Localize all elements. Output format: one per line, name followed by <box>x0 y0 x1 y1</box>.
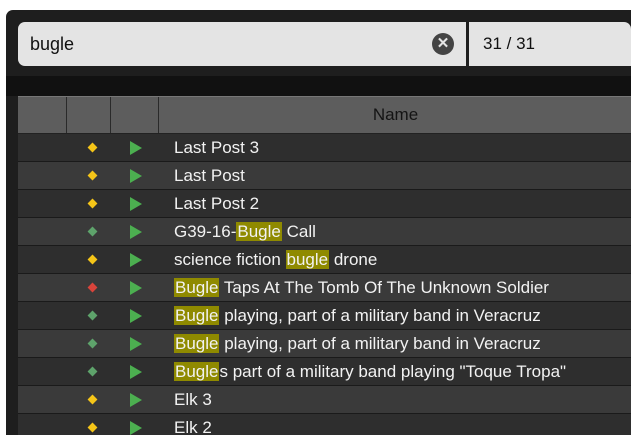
yellow-status-diamond-icon <box>87 198 98 209</box>
play-icon[interactable] <box>130 253 142 267</box>
green-status-diamond-icon <box>87 310 98 321</box>
yellow-status-diamond-icon <box>87 142 98 153</box>
header-col-1[interactable] <box>18 97 67 133</box>
table-row[interactable]: Last Post 2 <box>18 190 631 218</box>
play-icon[interactable] <box>130 337 142 351</box>
search-bar: ✕ <box>18 22 466 66</box>
browser-window: ✕ 31 / 31 Name Last Post 3Last PostLast … <box>6 10 631 435</box>
row-name: Elk 3 <box>174 390 212 409</box>
play-icon[interactable] <box>130 281 142 295</box>
row-name: Last Post <box>174 166 245 185</box>
green-status-diamond-icon <box>87 338 98 349</box>
play-icon[interactable] <box>130 225 142 239</box>
table-row[interactable]: Bugles part of a military band playing "… <box>18 358 631 386</box>
play-icon[interactable] <box>130 141 142 155</box>
clear-search-icon[interactable]: ✕ <box>432 33 454 55</box>
play-icon[interactable] <box>130 365 142 379</box>
match-highlight: Bugle <box>174 362 220 381</box>
match-highlight: Bugle <box>174 306 220 325</box>
row-name: Bugle playing, part of a military band i… <box>174 334 541 353</box>
result-count: 31 / 31 <box>483 34 535 53</box>
yellow-status-diamond-icon <box>87 170 98 181</box>
header-col-play[interactable] <box>110 97 159 133</box>
row-name: Bugles part of a military band playing "… <box>174 362 567 381</box>
table-row[interactable]: Elk 2 <box>18 414 631 435</box>
row-name: Last Post 2 <box>174 194 260 213</box>
play-icon[interactable] <box>130 393 142 407</box>
row-name: science fiction bugle drone <box>174 250 378 269</box>
row-name: Elk 2 <box>174 418 212 435</box>
row-name: Last Post 3 <box>174 138 260 157</box>
table-row[interactable]: Bugle Taps At The Tomb Of The Unknown So… <box>18 274 631 302</box>
match-highlight: bugle <box>285 250 330 269</box>
play-icon[interactable] <box>130 197 142 211</box>
play-icon[interactable] <box>130 421 142 435</box>
table-row[interactable]: Elk 3 <box>18 386 631 414</box>
play-icon[interactable] <box>130 169 142 183</box>
table-body: Last Post 3 Last Post Last Post 2 G39-16-Bu… <box>18 134 631 435</box>
toolbar-gap <box>6 76 631 96</box>
match-highlight: Bugle <box>174 334 220 353</box>
play-icon[interactable] <box>130 309 142 323</box>
red-status-diamond-icon <box>87 282 98 293</box>
table-row[interactable]: Last Post 3 <box>18 134 631 162</box>
row-name: Bugle playing, part of a military band i… <box>174 306 541 325</box>
row-name: Bugle Taps At The Tomb Of The Unknown So… <box>174 278 549 297</box>
table-header: Name <box>18 96 631 134</box>
table-row[interactable]: Last Post <box>18 162 631 190</box>
table-row[interactable]: G39-16-Bugle Call <box>18 218 631 246</box>
yellow-status-diamond-icon <box>87 422 98 433</box>
row-name: G39-16-Bugle Call <box>174 222 316 241</box>
yellow-status-diamond-icon <box>87 394 98 405</box>
table-row[interactable]: science fiction bugle drone <box>18 246 631 274</box>
green-status-diamond-icon <box>87 366 98 377</box>
header-col-status[interactable] <box>66 97 111 133</box>
search-input[interactable] <box>30 22 430 66</box>
green-status-diamond-icon <box>87 226 98 237</box>
match-highlight: Bugle <box>174 278 220 297</box>
table-row[interactable]: Bugle playing, part of a military band i… <box>18 302 631 330</box>
yellow-status-diamond-icon <box>87 254 98 265</box>
header-name[interactable]: Name <box>160 97 631 133</box>
results-table: Name Last Post 3 Last Post Last Post 2 G39-… <box>18 96 631 435</box>
match-highlight: Bugle <box>236 222 282 241</box>
table-row[interactable]: Bugle playing, part of a military band i… <box>18 330 631 358</box>
result-counter: 31 / 31 <box>469 22 631 66</box>
